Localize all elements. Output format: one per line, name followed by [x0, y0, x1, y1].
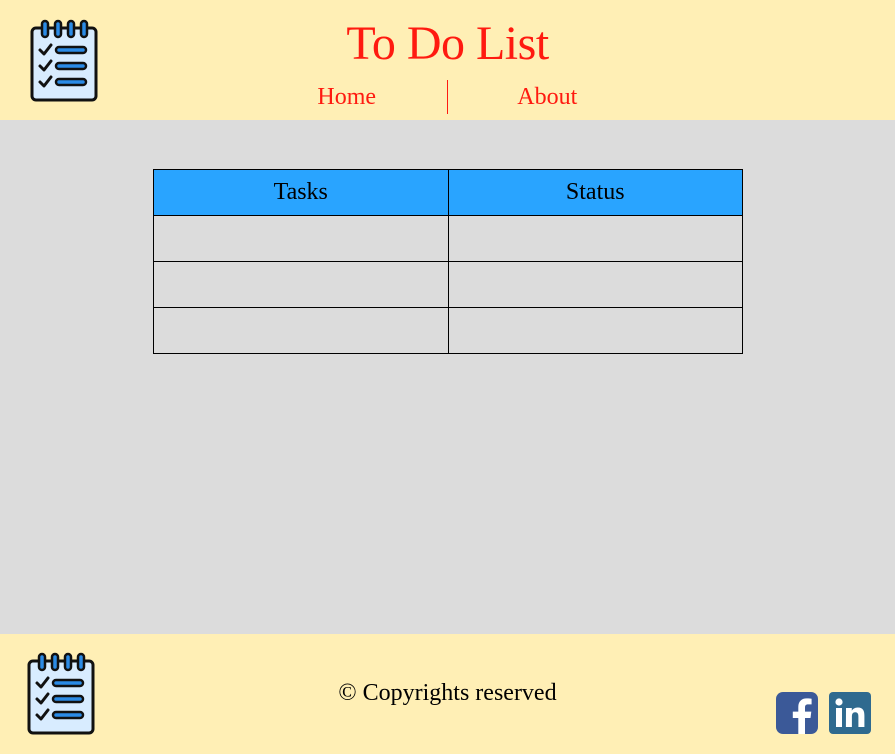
main-content: Tasks Status [0, 120, 895, 634]
site-footer: © Copyrights reserved [0, 634, 895, 754]
linkedin-icon[interactable] [829, 692, 871, 734]
table-row [153, 215, 743, 262]
table-row [153, 261, 743, 308]
tasks-column-header: Tasks [153, 169, 449, 216]
nav-link-home[interactable]: Home [247, 80, 448, 114]
copyright-text: © Copyrights reserved [338, 680, 557, 706]
task-cell [153, 215, 449, 262]
task-cell [153, 307, 449, 354]
status-cell [447, 261, 743, 308]
site-header: To Do List Home About [0, 0, 895, 120]
task-cell [153, 261, 449, 308]
table-row [153, 307, 743, 354]
table-header-row: Tasks Status [153, 169, 743, 216]
nav-link-about[interactable]: About [448, 80, 648, 114]
status-cell [447, 307, 743, 354]
tasks-table: Tasks Status [153, 169, 743, 354]
main-nav: Home About [247, 80, 647, 114]
status-cell [447, 215, 743, 262]
facebook-icon[interactable] [776, 692, 818, 734]
status-column-header: Status [447, 169, 743, 216]
page-title: To Do List [346, 17, 549, 70]
